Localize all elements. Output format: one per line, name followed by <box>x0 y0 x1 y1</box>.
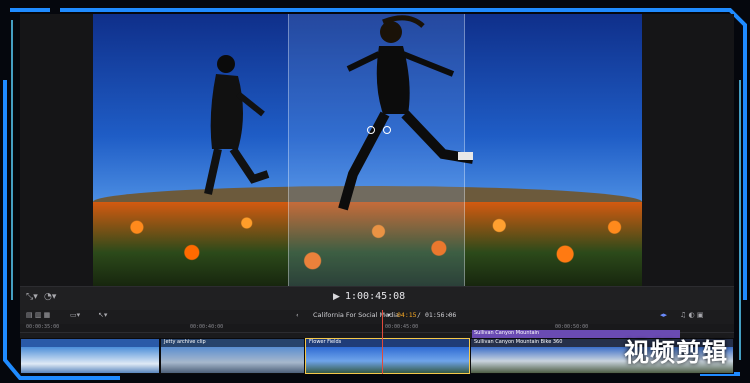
toolbar: ⤡▾ ◔▾ ▶ 1:00:45:08 <box>20 286 734 311</box>
blade-icon[interactable]: ▭▾ <box>70 311 80 319</box>
crop-handle-icon[interactable] <box>367 126 375 134</box>
timeline-clip[interactable]: Jetty archive clip <box>160 338 305 374</box>
speed-icon[interactable]: ◔▾ <box>44 292 56 302</box>
total-duration: 01:56:06 <box>425 311 457 319</box>
clip-thumbnail <box>306 347 469 373</box>
current-position: 04:15 <box>397 311 417 319</box>
timeline-clip[interactable] <box>20 338 160 374</box>
ruler-label: 00:00:40:00 <box>190 324 224 330</box>
connected-clip-label: Sullivan Canyon Mountain <box>474 330 540 336</box>
video-frame <box>93 14 642 286</box>
viewer-letterbox-right <box>642 14 734 286</box>
back-arrow-icon[interactable]: ‹ <box>296 311 299 319</box>
clip-tools-icon[interactable]: ▤ ▥ ▦ <box>26 311 50 319</box>
viewer-letterbox-left <box>20 14 93 286</box>
clip-thumbnail <box>161 347 304 373</box>
video-editor-window: ⤡▾ ◔▾ ▶ 1:00:45:08 ▤ ▥ ▦ ▭▾ ↖▾ ‹ Califor… <box>20 14 734 374</box>
clip-label: Sullivan Canyon Mountain Bike 360 <box>474 339 563 345</box>
arrow-tool-icon[interactable]: ↖▾ <box>98 311 107 319</box>
position-separator: / <box>417 311 421 319</box>
ruler-label: 00:00:35:00 <box>26 324 60 330</box>
forward-arrow-icon[interactable]: › <box>447 311 450 319</box>
watermark-title: 视频剪辑 <box>623 338 728 367</box>
clip-thumbnail <box>21 347 159 373</box>
clip-label: Jetty archive clip <box>164 339 206 345</box>
viewer <box>20 14 734 286</box>
playhead[interactable] <box>382 310 383 374</box>
timeline-clip-selected[interactable]: Flower Fields <box>305 338 470 374</box>
person-silhouette-left <box>204 55 270 195</box>
play-icon[interactable]: ▶ <box>333 292 340 302</box>
crop-handle-icon[interactable] <box>383 126 391 134</box>
person-jumping-center <box>338 15 473 211</box>
ruler-label: 00:00:45:00 <box>385 324 419 330</box>
timeline-nav-bar: ▤ ▥ ▦ ▭▾ ↖▾ ‹ California For Social Medi… <box>20 310 734 324</box>
project-dropdown-icon[interactable]: ▾ <box>387 311 390 319</box>
select-tool-icon[interactable]: ⤡▾ <box>26 292 38 302</box>
timecode-display: 1:00:45:08 <box>345 291 406 302</box>
headphones-icon[interactable]: ♫ ◐ ▣ <box>680 311 703 319</box>
clip-label: Flower Fields <box>309 339 342 345</box>
audio-meter-icon[interactable]: ◂▸ <box>660 311 667 319</box>
